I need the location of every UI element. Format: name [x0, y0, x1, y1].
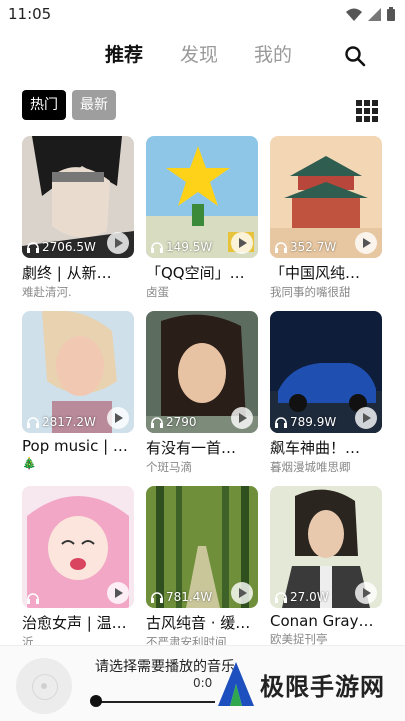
album-creator: 个斑马滴 [146, 460, 192, 474]
headphone-icon [151, 591, 163, 603]
album-title: 古风纯音 · 缓… [146, 614, 251, 632]
album-card[interactable]: 治愈女声 | 温… 沂 [22, 486, 134, 650]
headphone-icon [27, 241, 39, 253]
play-count [27, 593, 42, 604]
album-card[interactable]: 149.5W 「QQ空间」… 卤蛋 [146, 136, 258, 300]
play-count: 2817.2W [27, 415, 96, 429]
album-title: 「QQ空间」… [146, 264, 245, 282]
filter-bar: 热门 最新 [22, 90, 116, 120]
play-count-value: 781.4W [166, 590, 213, 604]
top-navigation: 推荐 发现 我的 [0, 38, 405, 74]
system-icons [346, 7, 395, 21]
album-creator: 🎄 [22, 456, 37, 470]
play-count-value: 2706.5W [42, 240, 96, 254]
disc-icon[interactable] [16, 658, 72, 714]
play-button[interactable] [231, 582, 253, 604]
filter-hot-chip[interactable]: 热门 [22, 90, 66, 120]
album-card[interactable]: 2790 有没有一首… 个斑马滴 [146, 311, 258, 475]
album-card[interactable]: 781.4W 古风纯音 · 缓… 不严肃安利时间 [146, 486, 258, 650]
play-button[interactable] [355, 582, 377, 604]
album-title: Conan Gray… [270, 612, 374, 630]
play-count: 27.0W [275, 590, 329, 604]
player-time: 0:0 [193, 676, 213, 690]
album-title: 飙车神曲！… [270, 439, 361, 457]
headphone-icon [275, 241, 287, 253]
tab-recommend[interactable]: 推荐 [105, 40, 143, 67]
album-cover[interactable]: 781.4W [146, 486, 258, 608]
album-creator: 暮烟漫城唯思卿 [270, 460, 351, 474]
album-title: Pop music | … [22, 437, 128, 455]
album-card[interactable]: 789.9W 飙车神曲！… 暮烟漫城唯思卿 [270, 311, 382, 475]
album-card[interactable]: 2817.2W Pop music | … 🎄 [22, 311, 134, 470]
album-creator: 卤蛋 [146, 285, 169, 299]
tab-mine[interactable]: 我的 [254, 40, 292, 67]
wifi-icon [346, 8, 362, 21]
album-cover[interactable]: 2817.2W [22, 311, 134, 433]
play-button[interactable] [231, 407, 253, 429]
play-count: 2706.5W [27, 240, 96, 254]
play-count-value: 352.7W [290, 240, 337, 254]
album-cover[interactable]: 27.0W [270, 486, 382, 608]
headphone-icon [151, 416, 163, 428]
album-cover[interactable]: 2706.5W [22, 136, 134, 258]
album-creator: 难赴清河. [22, 285, 72, 299]
headphone-icon [275, 416, 287, 428]
headphone-icon [27, 416, 39, 428]
progress-knob[interactable] [90, 695, 102, 707]
search-icon[interactable] [343, 44, 367, 68]
play-button[interactable] [107, 582, 129, 604]
watermark-text: 极限手游网 [260, 671, 385, 701]
play-button[interactable] [231, 232, 253, 254]
battery-icon [387, 7, 395, 21]
headphone-icon [27, 593, 39, 604]
progress-slider[interactable] [95, 701, 215, 703]
play-count: 789.9W [275, 415, 336, 429]
headphone-icon [151, 241, 163, 253]
album-cover[interactable]: 789.9W [270, 311, 382, 433]
album-card[interactable]: 352.7W 「中国风纯… 我同事的嘴很甜 [270, 136, 382, 300]
album-cover[interactable]: 149.5W [146, 136, 258, 258]
play-button[interactable] [355, 232, 377, 254]
play-button[interactable] [107, 232, 129, 254]
album-title: 治愈女声 | 温… [22, 614, 127, 632]
play-count-value: 789.9W [290, 415, 337, 429]
album-title: 劇终 | 从新… [22, 264, 112, 282]
filter-new-chip[interactable]: 最新 [72, 90, 116, 120]
signal-icon [368, 7, 381, 21]
album-cover[interactable] [22, 486, 134, 608]
play-count-value: 149.5W [166, 240, 213, 254]
play-count-value: 27.0W [290, 590, 329, 604]
play-count-value: 2817.2W [42, 415, 96, 429]
play-count: 781.4W [151, 590, 212, 604]
album-card[interactable]: 27.0W Conan Gray… 欧美捉刊亭 [270, 486, 382, 647]
grid-view-icon[interactable] [356, 100, 378, 122]
clock: 11:05 [8, 5, 52, 23]
headphone-icon [275, 591, 287, 603]
status-bar: 11:05 [0, 0, 405, 28]
album-cover[interactable]: 352.7W [270, 136, 382, 258]
album-title: 「中国风纯… [270, 264, 361, 282]
play-count-value: 2790 [166, 415, 197, 429]
player-title: 请选择需要播放的音乐 [95, 659, 235, 675]
watermark: 极限手游网 [218, 662, 385, 706]
play-count: 2790 [151, 415, 197, 429]
album-cover[interactable]: 2790 [146, 311, 258, 433]
album-title: 有没有一首… [146, 439, 237, 457]
watermark-logo-icon [218, 662, 254, 706]
album-creator: 我同事的嘴很甜 [270, 285, 351, 299]
album-card[interactable]: 2706.5W 劇终 | 从新… 难赴清河. [22, 136, 134, 300]
play-count: 149.5W [151, 240, 212, 254]
play-count: 352.7W [275, 240, 336, 254]
play-button[interactable] [355, 407, 377, 429]
play-button[interactable] [107, 407, 129, 429]
tab-discover[interactable]: 发现 [180, 40, 218, 67]
